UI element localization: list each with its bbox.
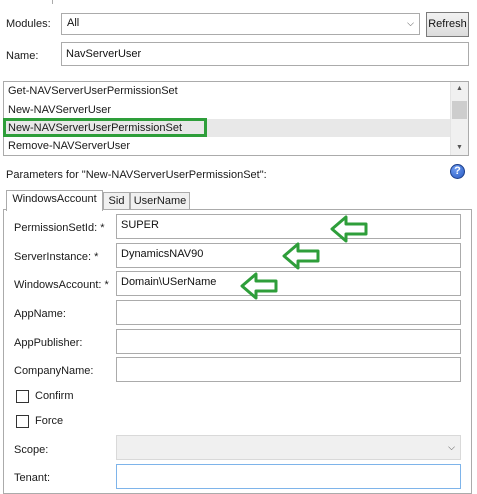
scope-label: Scope: <box>14 444 49 456</box>
left-arrow-icon <box>330 215 368 243</box>
scope-dropdown[interactable]: ⌵ <box>116 435 461 460</box>
scrollbar-thumb[interactable] <box>452 101 467 119</box>
name-input-value: NavServerUser <box>66 48 142 60</box>
modules-selected-value: All <box>67 17 80 29</box>
name-label: Name: <box>6 50 39 62</box>
left-arrow-icon <box>282 242 320 270</box>
confirm-checkbox[interactable] <box>16 390 29 403</box>
permissionsetid-input[interactable]: SUPER <box>116 214 461 239</box>
companyname-label: CompanyName: <box>14 365 94 377</box>
tenant-input[interactable] <box>116 464 461 489</box>
force-label: Force <box>35 415 64 427</box>
command-list-item[interactable]: Get-NAVServerUserPermissionSet <box>8 82 178 100</box>
tab-label: Sid <box>108 195 125 207</box>
windowsaccount-label: WindowsAccount: * <box>14 279 109 291</box>
scroll-up-icon[interactable]: ▲ <box>456 85 463 92</box>
tab-sid[interactable]: Sid <box>103 192 130 210</box>
scroll-down-icon[interactable]: ▼ <box>456 144 463 151</box>
tenant-label: Tenant: <box>14 472 51 484</box>
tab-windowsaccount[interactable]: WindowsAccount <box>6 190 103 211</box>
command-list-item[interactable]: Remove-NAVServerUser <box>8 137 130 155</box>
tab-label: UserName <box>133 195 187 207</box>
command-list-item[interactable]: New-NAVServerUser <box>8 101 111 119</box>
apppublisher-input[interactable] <box>116 329 461 354</box>
permissionsetid-value: SUPER <box>121 219 159 231</box>
companyname-input[interactable] <box>116 357 461 382</box>
left-arrow-icon <box>240 272 278 300</box>
selection-highlight-annotation <box>3 118 207 137</box>
force-checkbox[interactable] <box>16 415 29 428</box>
appname-label: AppName: <box>14 308 66 320</box>
apppublisher-label: AppPublisher: <box>14 337 83 349</box>
help-icon-glyph: ? <box>454 165 461 177</box>
permissionsetid-label: PermissionSetId: * <box>14 222 105 234</box>
confirm-label: Confirm <box>35 390 74 402</box>
chevron-down-icon: ⌵ <box>448 442 455 452</box>
serverinstance-value: DynamicsNAV90 <box>121 248 204 260</box>
modules-dropdown[interactable]: All ⌵ <box>61 13 420 35</box>
refresh-button-label: Refresh <box>428 18 467 30</box>
parameters-heading: Parameters for "New-NAVServerUserPermiss… <box>6 169 267 181</box>
chevron-down-icon: ⌵ <box>407 18 414 28</box>
command-list-scrollbar[interactable]: ▲ ▼ <box>450 82 468 155</box>
modules-label: Modules: <box>6 18 51 30</box>
refresh-button[interactable]: Refresh <box>426 12 469 37</box>
appname-input[interactable] <box>116 300 461 325</box>
name-input[interactable]: NavServerUser <box>61 42 469 66</box>
window-top-edge <box>0 0 53 4</box>
tab-label: WindowsAccount <box>12 193 97 205</box>
tab-username[interactable]: UserName <box>130 192 190 210</box>
windowsaccount-value: Domain\USerName <box>121 276 217 288</box>
windowsaccount-input[interactable]: Domain\USerName <box>116 271 461 296</box>
help-icon[interactable]: ? <box>450 164 465 179</box>
serverinstance-label: ServerInstance: * <box>14 251 99 263</box>
